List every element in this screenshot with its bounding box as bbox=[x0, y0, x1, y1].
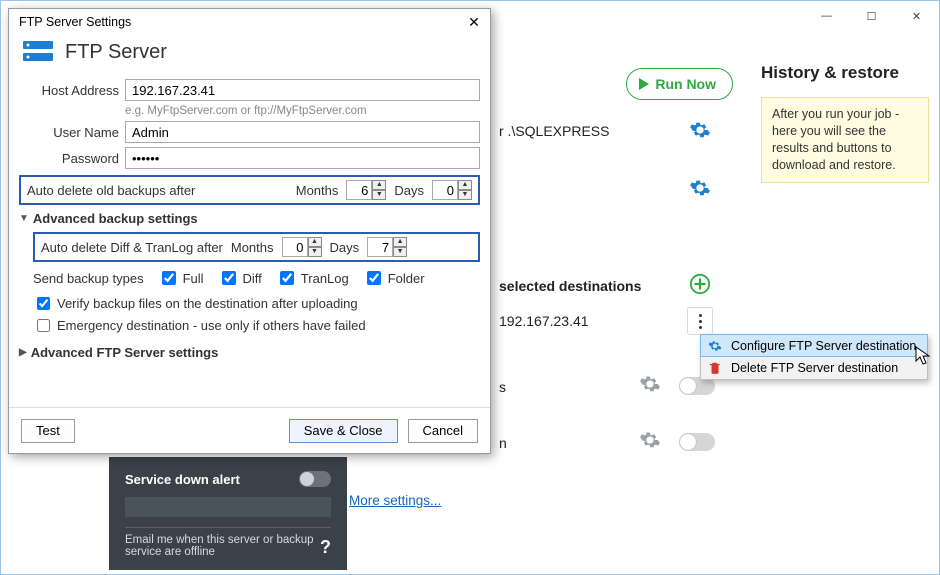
days-label: Days bbox=[330, 240, 360, 255]
host-hint: e.g. MyFtpServer.com or ftp://MyFtpServe… bbox=[125, 105, 480, 117]
folder-label: Folder bbox=[388, 271, 425, 286]
spin-down[interactable]: ▼ bbox=[458, 190, 472, 200]
full-label: Full bbox=[183, 271, 204, 286]
diff-label: Diff bbox=[243, 271, 262, 286]
help-icon[interactable]: ? bbox=[320, 537, 331, 558]
row-toggle[interactable] bbox=[679, 433, 715, 451]
context-menu: Configure FTP Server destination Delete … bbox=[700, 334, 928, 380]
right-column: History & restore After you run your job… bbox=[761, 33, 929, 564]
folder-checkbox[interactable] bbox=[367, 271, 381, 285]
send-types-label: Send backup types bbox=[33, 271, 144, 286]
close-button[interactable]: ✕ bbox=[894, 2, 939, 30]
row-s-label: s bbox=[499, 379, 506, 395]
selected-dest-label: selected destinations bbox=[499, 278, 641, 294]
trash-icon bbox=[707, 360, 723, 376]
spin-up[interactable]: ▲ bbox=[458, 180, 472, 190]
gear-icon[interactable] bbox=[639, 373, 661, 395]
spin-up[interactable]: ▲ bbox=[308, 237, 322, 247]
diff-months-input[interactable] bbox=[282, 237, 308, 257]
history-title: History & restore bbox=[761, 63, 929, 83]
ftp-ip-label: 192.167.23.41 bbox=[499, 313, 589, 329]
gear-icon[interactable] bbox=[639, 429, 661, 451]
months-label: Months bbox=[296, 183, 339, 198]
ctx-configure-label: Configure FTP Server destination bbox=[731, 339, 916, 353]
spin-up[interactable]: ▲ bbox=[393, 237, 407, 247]
pass-input[interactable] bbox=[125, 147, 480, 169]
add-destination-button[interactable] bbox=[689, 273, 711, 295]
spin-down[interactable]: ▼ bbox=[308, 247, 322, 257]
row-n-label: n bbox=[499, 435, 507, 451]
verify-checkbox[interactable] bbox=[37, 297, 50, 310]
maximize-button[interactable]: ☐ bbox=[849, 2, 894, 30]
dialog-close-button[interactable]: ✕ bbox=[464, 12, 484, 32]
service-down-title: Service down alert bbox=[125, 472, 240, 487]
sql-instance-label: r .\SQLEXPRESS bbox=[499, 123, 609, 139]
cancel-button[interactable]: Cancel bbox=[408, 419, 478, 443]
service-down-panel: Service down alert Email me when this se… bbox=[109, 457, 347, 570]
dialog-title: FTP Server Settings bbox=[19, 15, 131, 29]
advanced-ftp-label: Advanced FTP Server settings bbox=[31, 345, 219, 360]
server-icon bbox=[21, 39, 55, 65]
tranlog-label: TranLog bbox=[301, 271, 349, 286]
auto-delete-diff-label: Auto delete Diff & TranLog after bbox=[41, 240, 223, 255]
months-input[interactable] bbox=[346, 180, 372, 200]
emergency-label: Emergency destination - use only if othe… bbox=[57, 318, 366, 333]
emergency-checkbox[interactable] bbox=[37, 319, 50, 332]
diff-checkbox[interactable] bbox=[222, 271, 236, 285]
ctx-delete-label: Delete FTP Server destination bbox=[731, 361, 898, 375]
user-input[interactable] bbox=[125, 121, 480, 143]
host-label: Host Address bbox=[19, 83, 119, 98]
service-down-sub: Email me when this server or backup serv… bbox=[125, 534, 315, 558]
dialog-header: FTP Server bbox=[65, 41, 167, 64]
days-input[interactable] bbox=[432, 180, 458, 200]
more-settings-link[interactable]: More settings... bbox=[349, 493, 441, 508]
gear-icon bbox=[707, 338, 723, 354]
spin-down[interactable]: ▼ bbox=[372, 190, 386, 200]
months-label: Months bbox=[231, 240, 274, 255]
user-label: User Name bbox=[19, 125, 119, 140]
gear-icon[interactable] bbox=[689, 177, 711, 199]
advanced-backup-label: Advanced backup settings bbox=[33, 211, 198, 226]
advanced-backup-expander[interactable]: ▼ Advanced backup settings bbox=[19, 211, 480, 226]
full-checkbox[interactable] bbox=[162, 271, 176, 285]
chevron-right-icon: ▶ bbox=[19, 347, 27, 358]
advanced-ftp-expander[interactable]: ▶ Advanced FTP Server settings bbox=[19, 345, 480, 360]
dest-menu-button[interactable] bbox=[687, 307, 713, 335]
ctx-configure[interactable]: Configure FTP Server destination bbox=[700, 334, 928, 357]
auto-delete-diff-box: Auto delete Diff & TranLog after Months … bbox=[33, 232, 480, 262]
spin-up[interactable]: ▲ bbox=[372, 180, 386, 190]
verify-label: Verify backup files on the destination a… bbox=[57, 296, 358, 311]
ftp-settings-dialog: FTP Server Settings ✕ FTP Server Host Ad… bbox=[8, 8, 491, 454]
run-now-button[interactable]: Run Now bbox=[626, 68, 733, 100]
run-now-label: Run Now bbox=[655, 76, 716, 92]
chevron-down-icon: ▼ bbox=[19, 213, 29, 224]
host-input[interactable] bbox=[125, 79, 480, 101]
service-down-toggle[interactable] bbox=[299, 471, 331, 487]
days-label: Days bbox=[394, 183, 424, 198]
tranlog-checkbox[interactable] bbox=[280, 271, 294, 285]
alert-email-input[interactable] bbox=[125, 497, 331, 517]
auto-delete-box: Auto delete old backups after Months ▲▼ … bbox=[19, 175, 480, 205]
cursor-icon bbox=[915, 346, 931, 366]
gear-icon[interactable] bbox=[689, 119, 711, 141]
history-hint: After you run your job - here you will s… bbox=[761, 97, 929, 183]
ctx-delete[interactable]: Delete FTP Server destination bbox=[701, 356, 927, 379]
auto-delete-label: Auto delete old backups after bbox=[27, 183, 195, 198]
test-button[interactable]: Test bbox=[21, 419, 75, 443]
minimize-button[interactable]: — bbox=[804, 2, 849, 30]
diff-days-input[interactable] bbox=[367, 237, 393, 257]
save-button[interactable]: Save & Close bbox=[289, 419, 398, 443]
pass-label: Password bbox=[19, 151, 119, 166]
play-icon bbox=[639, 78, 649, 90]
spin-down[interactable]: ▼ bbox=[393, 247, 407, 257]
